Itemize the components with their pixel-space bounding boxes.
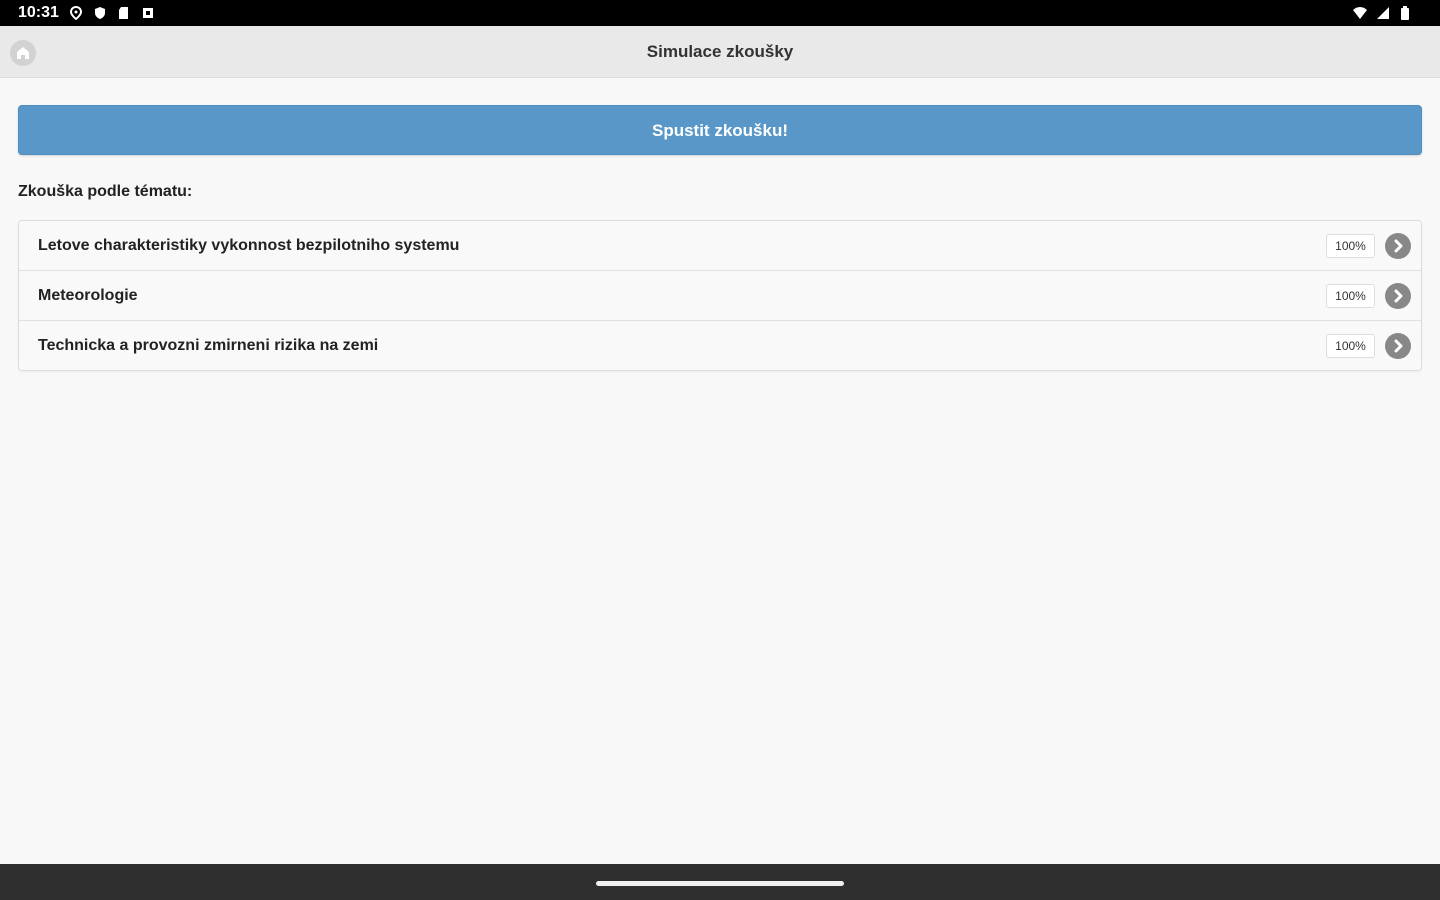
gesture-handle[interactable] <box>596 881 844 886</box>
battery-icon <box>1400 6 1414 20</box>
topic-item-flight-characteristics[interactable]: Letove charakteristiky vykonnost bezpilo… <box>19 221 1421 271</box>
chevron-right-icon[interactable] <box>1385 332 1411 359</box>
percent-badge: 100% <box>1326 283 1375 308</box>
topic-item-meteorology[interactable]: Meteorologie 100% <box>19 271 1421 321</box>
wifi-icon <box>1352 6 1367 20</box>
signal-icon <box>1376 6 1390 20</box>
topic-label: Meteorologie <box>38 286 138 304</box>
sd-card-icon <box>117 6 131 20</box>
topic-label: Letove charakteristiky vykonnost bezpilo… <box>38 236 460 254</box>
start-exam-button[interactable]: Spustit zkoušku! <box>18 105 1422 155</box>
topic-label: Technicka a provozni zmirneni rizika na … <box>38 336 379 354</box>
topic-item-ground-risk-mitigation[interactable]: Technicka a provozni zmirneni rizika na … <box>19 321 1421 370</box>
chevron-right-icon[interactable] <box>1385 232 1411 259</box>
main-content: Spustit zkoušku! Zkouška podle tématu: L… <box>18 78 1422 371</box>
chevron-right-icon[interactable] <box>1385 282 1411 309</box>
page-title: Simulace zkoušky <box>646 42 794 61</box>
app-header: Simulace zkoušky <box>0 26 1440 78</box>
status-bar: 10:31 <box>0 0 1440 26</box>
percent-badge: 100% <box>1326 233 1375 258</box>
shield-icon <box>93 6 107 20</box>
topic-list: Letove charakteristiky vykonnost bezpilo… <box>18 220 1422 371</box>
square-notification-icon <box>141 6 155 20</box>
status-right-group <box>1352 6 1414 20</box>
status-left-group: 10:31 <box>18 4 155 22</box>
status-time: 10:31 <box>18 4 59 21</box>
section-label: Zkouška podle tématu: <box>18 183 193 200</box>
location-icon <box>69 6 83 20</box>
percent-badge: 100% <box>1326 333 1375 358</box>
system-navigation-bar <box>0 864 1440 900</box>
